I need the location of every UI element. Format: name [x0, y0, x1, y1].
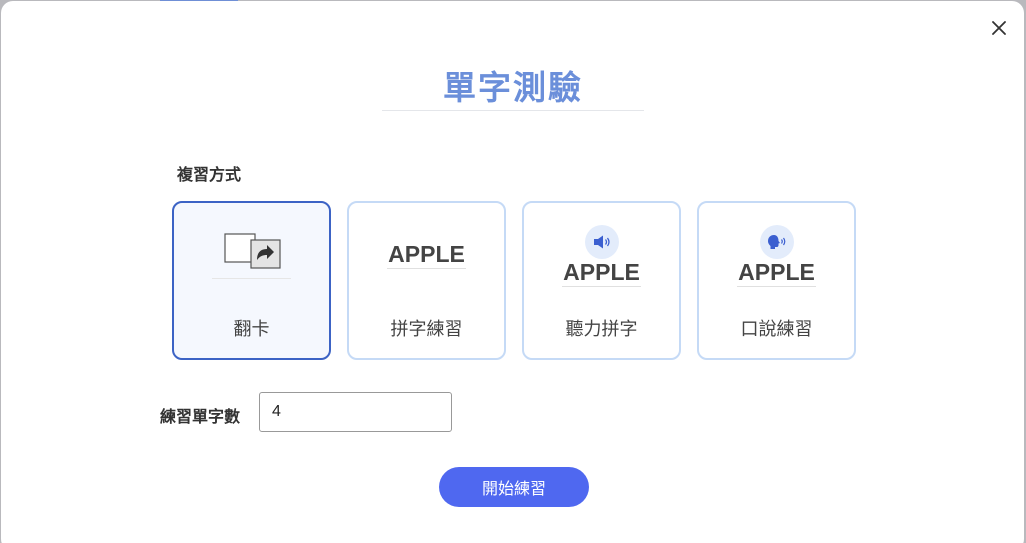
- preview-word-underline: [387, 268, 466, 269]
- mode-card-speaking[interactable]: APPLE 口說練習: [697, 201, 856, 360]
- mode-card-listening[interactable]: APPLE 聽力拼字: [522, 201, 681, 360]
- preview-word-underline: [737, 286, 816, 287]
- close-button[interactable]: [988, 17, 1010, 39]
- mode-label-flip: 翻卡: [233, 319, 270, 340]
- preview-word: APPLE: [563, 259, 640, 285]
- close-icon: [992, 21, 1006, 35]
- quiz-dialog: 單字測驗 複習方式 翻卡 APPLE 拼字練習 APPLE 聽力拼字 APPLE…: [1, 1, 1024, 543]
- title-divider: [382, 110, 644, 111]
- review-mode-label: 複習方式: [177, 165, 242, 184]
- mode-card-flip[interactable]: 翻卡: [172, 201, 331, 360]
- review-mode-options: 翻卡 APPLE 拼字練習 APPLE 聽力拼字 APPLE 口說練習: [172, 201, 856, 360]
- dialog-title: 單字測驗: [443, 68, 583, 107]
- preview-word: APPLE: [388, 241, 465, 267]
- mode-label-spelling: 拼字練習: [390, 319, 463, 340]
- mode-card-spelling[interactable]: APPLE 拼字練習: [347, 201, 506, 360]
- speaking-head-icon: [768, 235, 786, 249]
- start-practice-button[interactable]: 開始練習: [439, 467, 589, 507]
- word-count-label: 練習單字數: [160, 407, 241, 426]
- speaking-badge: [760, 225, 794, 259]
- preview-word: APPLE: [738, 259, 815, 285]
- preview-word-underline: [562, 286, 641, 287]
- speaker-badge: [585, 225, 619, 259]
- speaker-icon: [594, 235, 610, 249]
- card-divider: [212, 278, 291, 279]
- word-count-input[interactable]: [259, 392, 452, 432]
- mode-label-listening: 聽力拼字: [565, 319, 638, 340]
- mode-label-speaking: 口說練習: [740, 319, 813, 340]
- flip-card-icon: [224, 233, 281, 269]
